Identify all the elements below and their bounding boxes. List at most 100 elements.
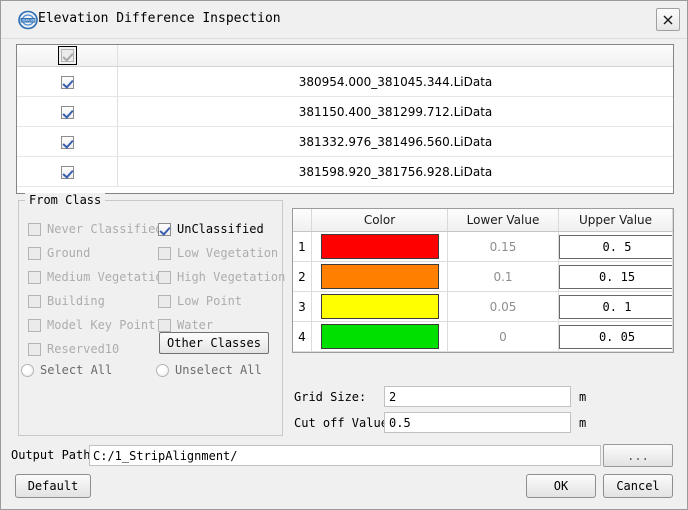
file-name-cell: 381150.400_381299.712.LiData (117, 96, 673, 127)
low-point-checkbox[interactable] (158, 294, 171, 308)
file-list-header-row (17, 45, 673, 67)
file-checkbox-cell[interactable] (17, 156, 118, 187)
file-checkbox[interactable] (60, 135, 74, 149)
class-checkbox-medium-vegetation[interactable]: Medium Vegetation (28, 270, 170, 284)
cancel-button[interactable]: Cancel (603, 474, 673, 498)
class-checkbox-unclassified[interactable]: UnClassified (158, 222, 264, 236)
lidar360-logo-icon: LiDAR360 (18, 10, 38, 30)
select-all-label: Select All (40, 363, 113, 377)
table-row[interactable]: 380954.000_381045.344.LiData (17, 66, 673, 97)
class-checkbox-model-key-point[interactable]: Model Key Point (28, 318, 155, 332)
default-button[interactable]: Default (15, 474, 91, 498)
color-swatch-cell[interactable] (311, 321, 448, 352)
unclassified-checkbox[interactable] (158, 222, 171, 236)
cut-off-value-unit: m (579, 415, 587, 430)
upper-value-input[interactable]: 0. 05 (559, 324, 673, 349)
color-value-table[interactable]: Color Lower Value Upper Value 1 0.15 0. 52… (292, 208, 674, 353)
upper-value-cell[interactable]: 0. 5 (558, 231, 673, 262)
table-row[interactable]: 381332.976_381496.560.LiData (17, 126, 673, 157)
browse-output-path-button[interactable]: ... (603, 444, 673, 467)
title-bar: LiDAR360 Elevation Difference Inspection (1, 1, 687, 39)
class-checkbox-water[interactable]: Water (158, 318, 213, 332)
medium-vegetation-checkbox[interactable] (28, 270, 41, 284)
water-checkbox[interactable] (158, 318, 171, 332)
building-checkbox[interactable] (28, 294, 41, 308)
elevation-difference-inspection-dialog: LiDAR360 Elevation Difference Inspection (0, 0, 688, 510)
model-key-point-label: Model Key Point (47, 318, 156, 332)
class-checkbox-low-vegetation[interactable]: Low Vegetation (158, 246, 278, 260)
class-checkbox-never-classified[interactable]: Never Classified (28, 222, 163, 236)
table-row[interactable]: 2 0.1 0. 15 (293, 261, 673, 292)
file-list-table[interactable]: 380954.000_381045.344.LiData 381150.400_3… (16, 44, 674, 194)
upper-value-input[interactable]: 0. 5 (559, 234, 673, 259)
other-classes-button[interactable]: Other Classes (159, 332, 269, 354)
unselect-all-radio-row[interactable]: Unselect All (156, 363, 262, 377)
never-classified-checkbox[interactable] (28, 222, 41, 236)
select-all-files-checkbox[interactable] (60, 49, 74, 62)
file-checkbox[interactable] (60, 75, 74, 89)
class-checkbox-ground[interactable]: Ground (28, 246, 90, 260)
output-path-input[interactable] (89, 445, 601, 466)
close-icon[interactable] (656, 8, 680, 31)
row-index-cell: 4 (293, 321, 312, 352)
cut-off-value-label: Cut off Value: (294, 415, 396, 430)
ground-checkbox[interactable] (28, 246, 41, 260)
lower-value-cell: 0.1 (447, 261, 559, 292)
color-swatch[interactable] (320, 324, 439, 349)
upper-value-input[interactable]: 0. 15 (559, 264, 673, 289)
color-swatch-cell[interactable] (311, 291, 448, 322)
table-row[interactable]: 4 0 0. 05 (293, 321, 673, 352)
lower-value-cell: 0 (447, 321, 559, 352)
file-name-header-cell (117, 45, 673, 67)
table-row[interactable]: 381150.400_381299.712.LiData (17, 96, 673, 127)
grid-size-input[interactable] (384, 386, 571, 407)
color-swatch[interactable] (320, 294, 439, 319)
low-vegetation-label: Low Vegetation (177, 246, 279, 260)
table-row[interactable]: 381598.920_381756.928.LiData (17, 156, 673, 187)
reserved10-checkbox[interactable] (28, 342, 41, 356)
file-name-cell: 381598.920_381756.928.LiData (117, 156, 673, 187)
from-class-legend: From Class (25, 193, 106, 207)
select-all-files-header-cell[interactable] (17, 45, 118, 67)
color-table-index-header (293, 209, 312, 232)
file-name-cell: 381332.976_381496.560.LiData (117, 126, 673, 157)
class-checkbox-reserved10[interactable]: Reserved10 (28, 342, 119, 356)
unselect-all-radio[interactable] (156, 363, 169, 377)
class-checkbox-low-point[interactable]: Low Point (158, 294, 242, 308)
select-all-files-checkbox-focus (57, 46, 77, 65)
color-swatch-cell[interactable] (311, 261, 448, 292)
output-path-label: Output Path: (11, 448, 98, 462)
upper-value-input[interactable]: 0. 1 (559, 294, 673, 319)
file-checkbox-cell[interactable] (17, 96, 118, 127)
file-checkbox-cell[interactable] (17, 66, 118, 97)
low-point-label: Low Point (177, 294, 243, 308)
upper-value-cell[interactable]: 0. 1 (558, 291, 673, 322)
upper-value-cell[interactable]: 0. 05 (558, 321, 673, 352)
file-checkbox[interactable] (60, 165, 74, 179)
table-row[interactable]: 1 0.15 0. 5 (293, 231, 673, 262)
file-checkbox-cell[interactable] (17, 126, 118, 157)
building-label: Building (47, 294, 105, 308)
class-checkbox-building[interactable]: Building (28, 294, 105, 308)
model-key-point-checkbox[interactable] (28, 318, 41, 332)
color-swatch-cell[interactable] (311, 231, 448, 262)
color-swatch[interactable] (320, 234, 439, 259)
unselect-all-label: Unselect All (175, 363, 262, 377)
table-row[interactable]: 3 0.05 0. 1 (293, 291, 673, 322)
cut-off-value-input[interactable] (384, 412, 571, 433)
select-all-radio[interactable] (21, 363, 34, 377)
class-checkbox-high-vegetation[interactable]: High Vegetation (158, 270, 285, 284)
low-vegetation-checkbox[interactable] (158, 246, 171, 260)
lower-value-cell: 0.05 (447, 291, 559, 322)
grid-size-label: Grid Size: (294, 389, 367, 404)
ground-label: Ground (47, 246, 91, 260)
row-index-cell: 3 (293, 291, 312, 322)
ok-button[interactable]: OK (526, 474, 596, 498)
select-all-radio-row[interactable]: Select All (21, 363, 112, 377)
color-table-lower-header: Lower Value (447, 209, 559, 232)
lower-value-cell: 0.15 (447, 231, 559, 262)
upper-value-cell[interactable]: 0. 15 (558, 261, 673, 292)
high-vegetation-checkbox[interactable] (158, 270, 171, 284)
file-checkbox[interactable] (60, 105, 74, 119)
color-swatch[interactable] (320, 264, 439, 289)
